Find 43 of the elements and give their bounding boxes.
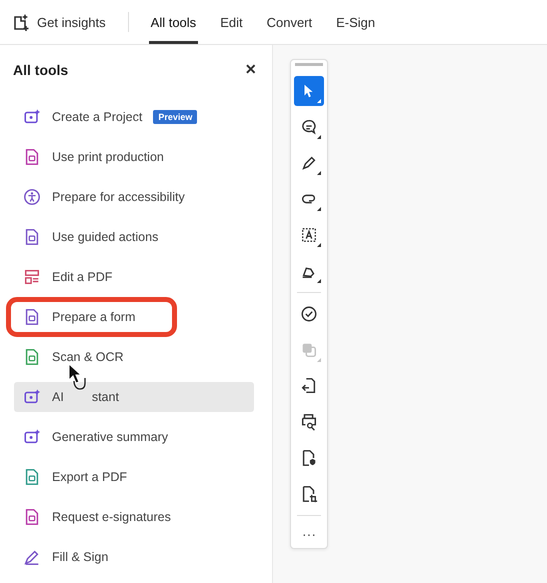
crop-page-icon [300, 485, 318, 503]
tool-item[interactable]: Scan & OCR [14, 342, 254, 372]
tool-icon [23, 428, 41, 446]
sparkle-document-icon [11, 12, 31, 32]
tool-icon [23, 148, 41, 166]
tool-item[interactable]: Generative summary [14, 422, 254, 452]
tab[interactable]: Convert [264, 0, 314, 44]
tool-item[interactable]: Request e-signatures [14, 502, 254, 532]
tool-icon [23, 188, 41, 206]
tool-item[interactable]: Use print production [14, 142, 254, 172]
tab[interactable]: E-Sign [334, 0, 378, 44]
tool-item[interactable]: Edit a PDF [14, 262, 254, 292]
pen-icon [300, 154, 318, 172]
tool-item[interactable]: Export a PDF [14, 462, 254, 492]
preview-badge: Preview [153, 110, 198, 124]
tab[interactable]: All tools [148, 0, 198, 44]
print-preview-icon [300, 413, 318, 431]
tab[interactable]: Edit [218, 0, 245, 44]
tool-icon [23, 508, 41, 526]
copy-icon [300, 341, 318, 359]
tool-icon [23, 348, 41, 366]
tool-icon [23, 228, 41, 246]
get-insights-button[interactable]: Get insights [37, 14, 106, 30]
close-button[interactable]: × [241, 59, 260, 80]
text-box-icon [300, 226, 318, 244]
tool-item[interactable]: AI stant [14, 382, 254, 412]
tool-icon [23, 468, 41, 486]
protect-document-icon [300, 449, 318, 467]
panel-title: All tools [13, 62, 68, 78]
tool-icon [23, 548, 41, 566]
tool-item[interactable]: Prepare for accessibility [14, 182, 254, 212]
tool-icon [23, 108, 41, 126]
tool-item[interactable]: Prepare a form [11, 302, 172, 332]
more-button[interactable]: ··· [302, 522, 316, 542]
tool-icon [23, 308, 41, 326]
tool-item[interactable]: Use guided actions [14, 222, 254, 252]
comment-icon [300, 118, 318, 136]
check-circle-icon [300, 305, 318, 323]
tool-item[interactable]: Fill & Sign [14, 542, 254, 572]
tool-icon [23, 388, 41, 406]
insert-page-icon [300, 377, 318, 395]
tool-icon [23, 268, 41, 286]
tool-item[interactable]: Create a Project Preview [14, 102, 254, 132]
